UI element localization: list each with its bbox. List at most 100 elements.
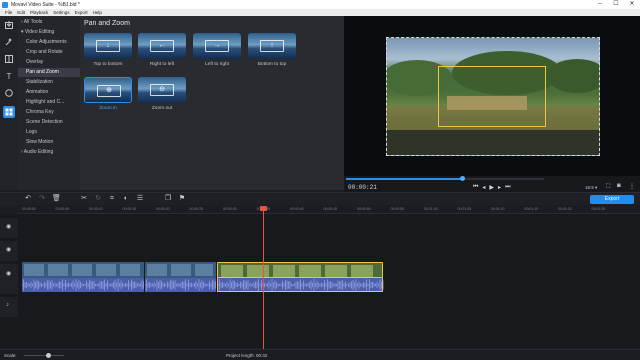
- eye-icon[interactable]: ◉: [6, 246, 11, 253]
- video-clip-1[interactable]: [22, 262, 144, 278]
- status-bar: Scale: Project length: 00:32: [0, 349, 640, 360]
- tool-highlight-and-conceal[interactable]: Highlight and C...: [18, 98, 80, 107]
- project-length: Project length: 00:32: [226, 353, 268, 358]
- group-icon[interactable]: ❐: [164, 195, 172, 203]
- more-options-icon[interactable]: ⋮: [629, 183, 635, 190]
- step-forward-icon[interactable]: ▸: [498, 184, 501, 191]
- properties-icon[interactable]: ☰: [136, 195, 144, 203]
- step-back-icon[interactable]: ◂: [482, 184, 485, 191]
- tool-overlay[interactable]: Overlay: [18, 58, 80, 67]
- eye-icon[interactable]: ◉: [6, 270, 11, 277]
- color-icon[interactable]: ◐: [122, 195, 130, 203]
- waveform: [217, 279, 384, 291]
- audio-waveform-3[interactable]: [217, 278, 384, 292]
- tool-animation[interactable]: Animation: [18, 88, 80, 97]
- group-label: Video Editing: [24, 29, 55, 35]
- stickers-icon[interactable]: [3, 87, 15, 99]
- window-title: Movavi Video Suite - %BJ.bid *: [11, 1, 80, 8]
- skip-end-icon[interactable]: ⏭: [505, 184, 510, 191]
- speaker-icon[interactable]: ♪: [6, 302, 9, 308]
- menu-file[interactable]: File: [5, 10, 12, 15]
- tools-group-video-editing[interactable]: ▾ Video Editing: [18, 28, 80, 37]
- preset-bottom-to-top[interactable]: ↑: [248, 33, 296, 59]
- video-clip-3-selected[interactable]: [217, 262, 383, 278]
- maximize-button[interactable]: ☐: [608, 0, 624, 9]
- tools-group-audio-editing[interactable]: › Audio Editing: [18, 148, 80, 157]
- tool-stabilization[interactable]: Stabilization: [18, 78, 80, 87]
- all-tools-back[interactable]: ‹ All Tools: [18, 18, 80, 27]
- arrow-right-icon: →: [205, 40, 229, 52]
- all-tools-label: All Tools: [23, 19, 43, 25]
- timeline-ruler[interactable]: 00:00:00 00:00:05 00:00:10 00:00:15 00:00:20…: [18, 205, 640, 214]
- menu-settings[interactable]: Settings: [53, 10, 69, 15]
- preset-label: Zoom out: [151, 106, 173, 111]
- transitions-icon[interactable]: [3, 53, 15, 65]
- menu-edit[interactable]: Edit: [17, 10, 25, 15]
- preset-label: Right to left: [149, 62, 175, 67]
- aspect-ratio-select[interactable]: 16:9 ▾: [585, 185, 597, 191]
- crop-icon[interactable]: ⌗: [108, 195, 116, 203]
- titles-icon[interactable]: T: [3, 70, 15, 82]
- overlay-track-header: ◉: [0, 241, 18, 261]
- preset-zoom-out[interactable]: ⊖: [138, 77, 186, 103]
- snapshot-icon[interactable]: ◙: [617, 183, 621, 189]
- clip-thumbnails: [221, 265, 373, 277]
- preset-label: Top to bottom: [93, 62, 123, 67]
- tool-pan-and-zoom[interactable]: Pan and Zoom: [18, 68, 80, 77]
- zoom-target-frame[interactable]: [438, 66, 546, 127]
- redo-icon[interactable]: ↷: [38, 195, 46, 203]
- audio-waveform-2[interactable]: [144, 278, 216, 292]
- ruler-tick-label: 00:01:25: [591, 207, 606, 211]
- timeline-toolbar: ↶ ↷ 🗑 ✂ ↻ ⌗ ◐ ☰ ❐ ⚑: [0, 192, 640, 206]
- preset-top-to-bottom[interactable]: ↓: [84, 33, 132, 59]
- main-track-header: ◉: [0, 264, 18, 294]
- tool-crop-and-rotate[interactable]: Crop and Rotate: [18, 48, 80, 57]
- preset-label: Bottom to top: [257, 62, 287, 67]
- ruler-tick-label: 00:00:15: [122, 207, 137, 211]
- audio-waveform-1[interactable]: [21, 278, 144, 292]
- export-button[interactable]: Export: [590, 195, 634, 204]
- skip-start-icon[interactable]: ⏮: [473, 184, 478, 191]
- preset-label: Zoom in: [99, 106, 117, 111]
- play-icon[interactable]: ▶: [489, 184, 494, 191]
- app-logo-icon: [2, 1, 8, 8]
- preset-right-to-left[interactable]: ←: [138, 33, 186, 59]
- ruler-tick-label: 00:00:10: [89, 207, 103, 211]
- preview-scrubber[interactable]: [346, 178, 544, 180]
- delete-icon[interactable]: 🗑: [52, 195, 61, 203]
- close-button[interactable]: ✕: [624, 0, 640, 9]
- marker-icon[interactable]: ⚑: [178, 195, 186, 203]
- video-clip-2[interactable]: [145, 262, 216, 278]
- preset-left-to-right[interactable]: →: [193, 33, 241, 59]
- menu-export[interactable]: Export: [75, 10, 88, 15]
- tool-logo[interactable]: Logo: [18, 128, 80, 137]
- audio-track-header: ♪: [0, 297, 18, 317]
- ruler-tick-label: 00:00:00: [22, 207, 36, 211]
- zoom-slider-handle[interactable]: [46, 353, 51, 358]
- effects-icon[interactable]: [3, 36, 15, 48]
- playhead-line: [263, 206, 264, 349]
- ruler-tick-label: 00:01:15: [524, 207, 539, 211]
- import-icon[interactable]: [3, 19, 15, 31]
- more-tools-icon[interactable]: [3, 106, 15, 118]
- title-bar: Movavi Video Suite - %BJ.bid * – ☐ ✕: [0, 0, 640, 9]
- clip-thumbnails: [147, 264, 213, 276]
- undo-icon[interactable]: ↶: [24, 195, 32, 203]
- tool-color-adjustments[interactable]: Color Adjustments: [18, 38, 80, 47]
- menu-playback[interactable]: Playback: [30, 10, 48, 15]
- ruler-tick-label: 00:00:50: [357, 207, 371, 211]
- fullscreen-icon[interactable]: ⛶: [606, 184, 610, 191]
- eye-icon[interactable]: ◉: [6, 223, 11, 230]
- tool-chroma-key[interactable]: Chroma Key: [18, 108, 80, 117]
- ruler-tick-label: 00:00:05: [55, 207, 70, 211]
- rotate-icon[interactable]: ↻: [94, 195, 102, 203]
- tool-scene-detection[interactable]: Scene Detection: [18, 118, 80, 127]
- ruler-tick-label: 00:01:10: [491, 207, 505, 211]
- scrubber-handle[interactable]: [460, 176, 466, 181]
- split-icon[interactable]: ✂: [80, 195, 88, 203]
- minimize-button[interactable]: –: [592, 0, 608, 9]
- tool-slow-motion[interactable]: Slow Motion: [18, 138, 80, 147]
- zoom-slider[interactable]: [24, 355, 64, 356]
- menu-help[interactable]: Help: [93, 10, 102, 15]
- preset-zoom-in[interactable]: ⊕: [84, 77, 132, 103]
